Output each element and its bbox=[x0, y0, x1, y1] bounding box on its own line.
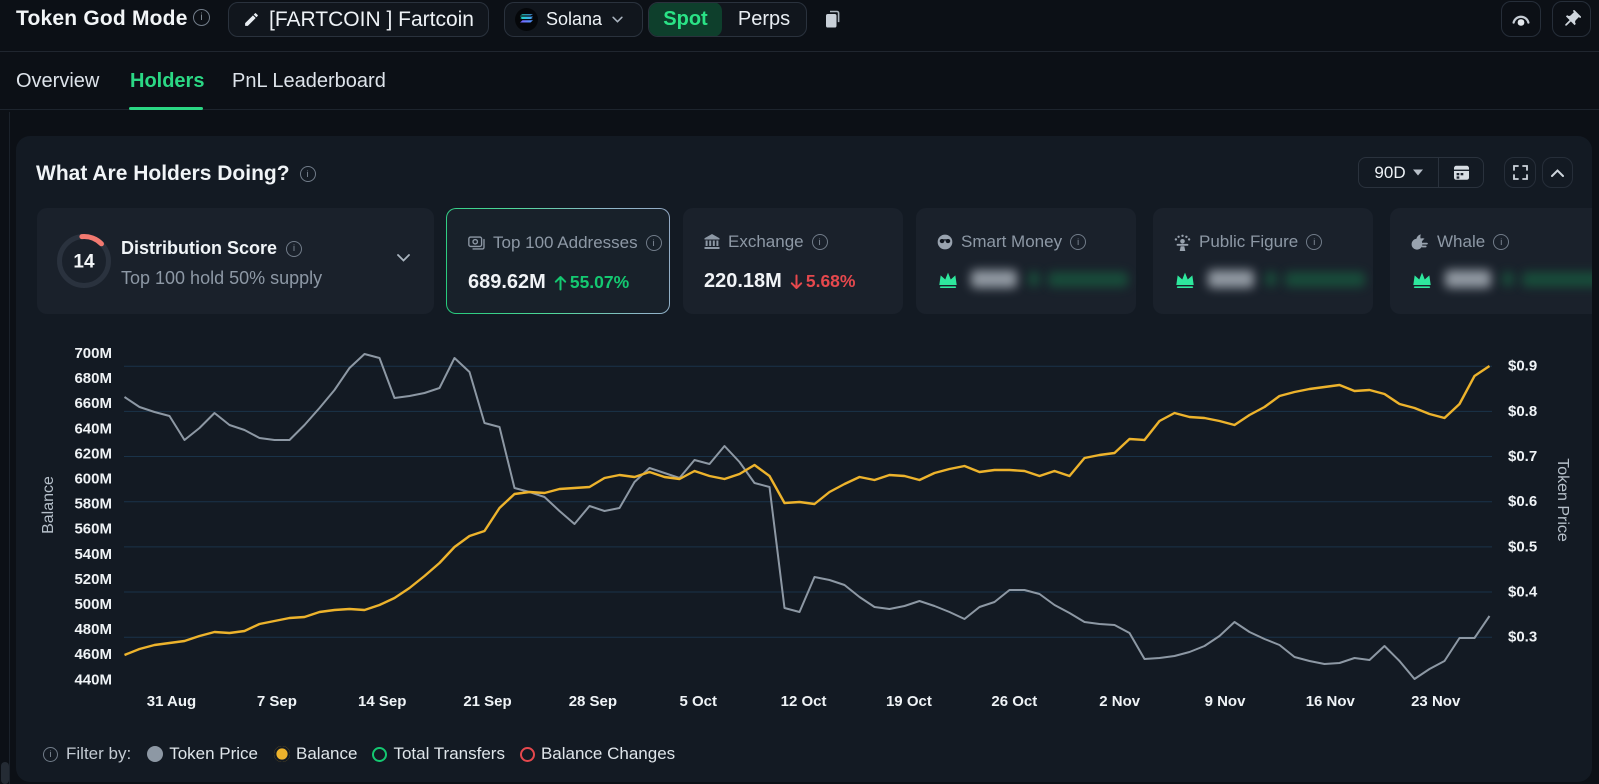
svg-text:14: 14 bbox=[73, 252, 95, 273]
